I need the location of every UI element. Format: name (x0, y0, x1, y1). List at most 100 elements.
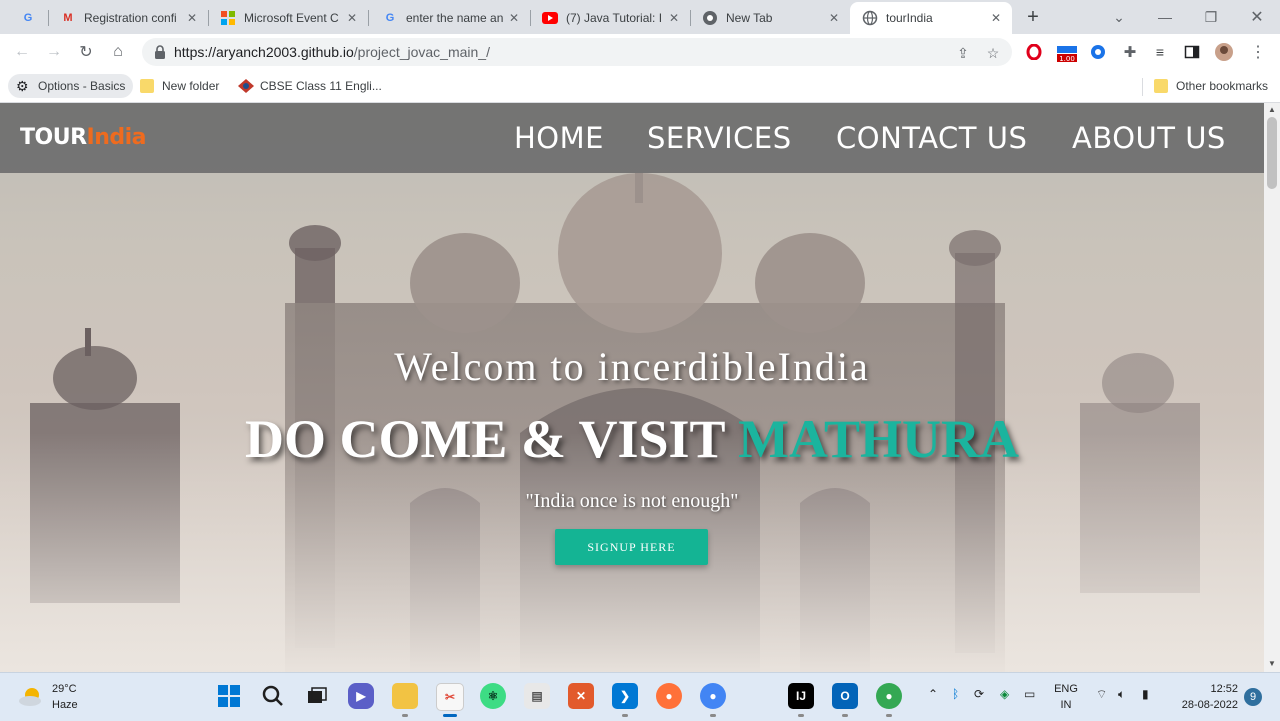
browser-toolbar: ← → ↻ ⌂ https://aryanch2003.github.io/pr… (0, 34, 1280, 70)
svg-text:1.00: 1.00 (1059, 55, 1075, 62)
menu-dots-icon[interactable]: ⋮ (1248, 42, 1268, 62)
nav-contact-us[interactable]: CONTACT US (836, 121, 1027, 155)
hero-quote: "India once is not enough" (525, 490, 739, 512)
reload-icon[interactable]: ↻ (74, 40, 98, 64)
page-viewport: TOURIndia HOME SERVICES CONTACT US ABOUT… (0, 103, 1264, 672)
blue-extension-icon[interactable] (1088, 42, 1108, 62)
address-bar[interactable]: https://aryanch2003.github.io/project_jo… (142, 38, 1012, 66)
sync-icon[interactable]: ⟳ (974, 687, 984, 701)
bookmark-star-icon[interactable]: ☆ (984, 44, 1002, 62)
hero-visit-heading: DO COME & VISIT MATHURA (0, 408, 1264, 470)
tab-gmail[interactable]: M Registration confi ✕ (48, 2, 208, 34)
intellij-icon[interactable]: IJ (788, 683, 814, 709)
security-icon[interactable]: ◈ (1000, 687, 1009, 701)
tab-google[interactable]: G (8, 2, 48, 34)
tab-search-icon[interactable]: ⌄ (1096, 0, 1142, 34)
close-icon[interactable]: ✕ (184, 10, 200, 26)
teams-chat-icon[interactable]: ▶ (348, 683, 374, 709)
tab-new-tab[interactable]: New Tab ✕ (690, 2, 850, 34)
temperature: 29°C (52, 683, 77, 695)
youtube-icon (542, 10, 558, 26)
media-queue-icon[interactable]: ≡ (1150, 42, 1170, 62)
new-tab-button[interactable]: + (1022, 6, 1044, 28)
notification-badge[interactable]: 9 (1244, 688, 1262, 706)
outlook-icon[interactable]: O (832, 683, 858, 709)
date: 28-08-2022 (1181, 699, 1238, 711)
close-icon[interactable]: ✕ (666, 10, 682, 26)
nav-home[interactable]: HOME (514, 121, 604, 155)
visit-city: MATHURA (738, 409, 1020, 469)
signup-button[interactable]: SIGNUP HERE (555, 529, 708, 565)
home-icon[interactable]: ⌂ (106, 40, 130, 64)
bookmark-cbse[interactable]: CBSE Class 11 Engli... (238, 74, 382, 98)
profile-avatar[interactable] (1214, 42, 1234, 62)
snipping-tool-icon[interactable]: ✂ (436, 683, 464, 711)
bookmark-label: New folder (162, 79, 220, 93)
close-icon[interactable]: ✕ (826, 10, 842, 26)
minimize-icon[interactable]: — (1142, 0, 1188, 34)
tab-microsoft[interactable]: Microsoft Event C ✕ (208, 2, 368, 34)
close-icon[interactable]: ✕ (506, 10, 522, 26)
bookmark-new-folder[interactable]: New folder (140, 74, 219, 98)
logo-main: TOUR (20, 125, 87, 150)
clock[interactable]: 12:52 28-08-2022 (1168, 681, 1238, 713)
forward-icon[interactable]: → (42, 40, 66, 64)
document-icon[interactable]: ▤ (524, 683, 550, 709)
scroll-down-icon[interactable]: ▼ (1268, 659, 1276, 668)
bookmark-label: CBSE Class 11 Engli... (260, 79, 382, 93)
file-explorer-icon[interactable] (392, 683, 418, 709)
battery-icon[interactable]: ▮ (1142, 687, 1149, 701)
opera-icon[interactable] (1024, 42, 1044, 62)
folder-icon (1154, 79, 1168, 93)
close-window-icon[interactable]: ✕ (1234, 0, 1280, 34)
weather-condition: Haze (52, 699, 78, 711)
google-icon: G (23, 12, 33, 24)
windows-start-icon[interactable] (216, 683, 242, 709)
task-view-icon[interactable] (304, 683, 330, 709)
tab-youtube[interactable]: (7) Java Tutorial: I ✕ (530, 2, 690, 34)
bookmark-options-basics[interactable]: ⚙ Options - Basics (8, 74, 134, 98)
restore-icon[interactable]: ❐ (1188, 0, 1234, 34)
speed-extension-icon[interactable]: 1.00 (1054, 42, 1080, 62)
scroll-up-icon[interactable]: ▲ (1268, 105, 1276, 114)
chrome-icon[interactable]: ● (700, 683, 726, 709)
language-indicator[interactable]: ENG IN (1052, 681, 1080, 713)
other-bookmarks[interactable]: Other bookmarks (1154, 74, 1268, 98)
windows-taskbar: 29°C Haze ▶ ✂ ⚛ ▤ ✕ ❯ ● ● IJ O ● ⌃ ᛒ ⟳ ◈ … (0, 672, 1280, 721)
cbse-icon (238, 79, 254, 93)
hero-welcome-heading: Welcom to incerdibleIndia (394, 344, 870, 389)
tab-title: enter the name an (406, 11, 504, 25)
back-icon[interactable]: ← (10, 40, 34, 64)
xampp-icon[interactable]: ✕ (568, 683, 594, 709)
bluetooth-icon[interactable]: ᛒ (952, 687, 959, 701)
show-hidden-icons[interactable]: ⌃ (928, 687, 938, 701)
side-panel-icon[interactable] (1182, 42, 1202, 62)
chrome-profile-icon[interactable]: ● (876, 683, 902, 709)
bookmark-label: Options - Basics (38, 79, 126, 93)
globe-icon (862, 10, 878, 26)
share-icon[interactable]: ⇪ (954, 44, 972, 62)
tab-google-search[interactable]: G enter the name an ✕ (370, 2, 530, 34)
vscode-icon[interactable]: ❯ (612, 683, 638, 709)
haze-weather-icon (19, 688, 41, 706)
display-icon[interactable]: ▭ (1024, 687, 1035, 701)
site-logo[interactable]: TOURIndia (20, 125, 147, 150)
microsoft-icon (220, 10, 236, 26)
logo-accent: India (86, 125, 147, 150)
close-icon[interactable]: ✕ (988, 10, 1004, 26)
nav-about-us[interactable]: ABOUT US (1072, 121, 1226, 155)
volume-icon[interactable]: 🔈︎ (1118, 687, 1125, 702)
scrollbar-thumb[interactable] (1267, 117, 1277, 189)
wifi-icon[interactable]: ⌔ (1096, 687, 1107, 702)
close-icon[interactable]: ✕ (344, 10, 360, 26)
firefox-icon[interactable]: ● (656, 683, 682, 709)
search-icon[interactable] (260, 683, 286, 709)
tab-tourindia[interactable]: tourIndia ✕ (850, 2, 1012, 34)
extensions-puzzle-icon[interactable]: ✚ (1120, 42, 1140, 62)
nav-services[interactable]: SERVICES (647, 121, 792, 155)
android-studio-icon[interactable]: ⚛ (480, 683, 506, 709)
bookmark-label: Other bookmarks (1176, 79, 1269, 93)
chrome-icon (702, 10, 718, 26)
weather-widget[interactable]: 29°C Haze (18, 681, 78, 713)
page-scrollbar[interactable]: ▲ ▼ (1264, 103, 1280, 672)
